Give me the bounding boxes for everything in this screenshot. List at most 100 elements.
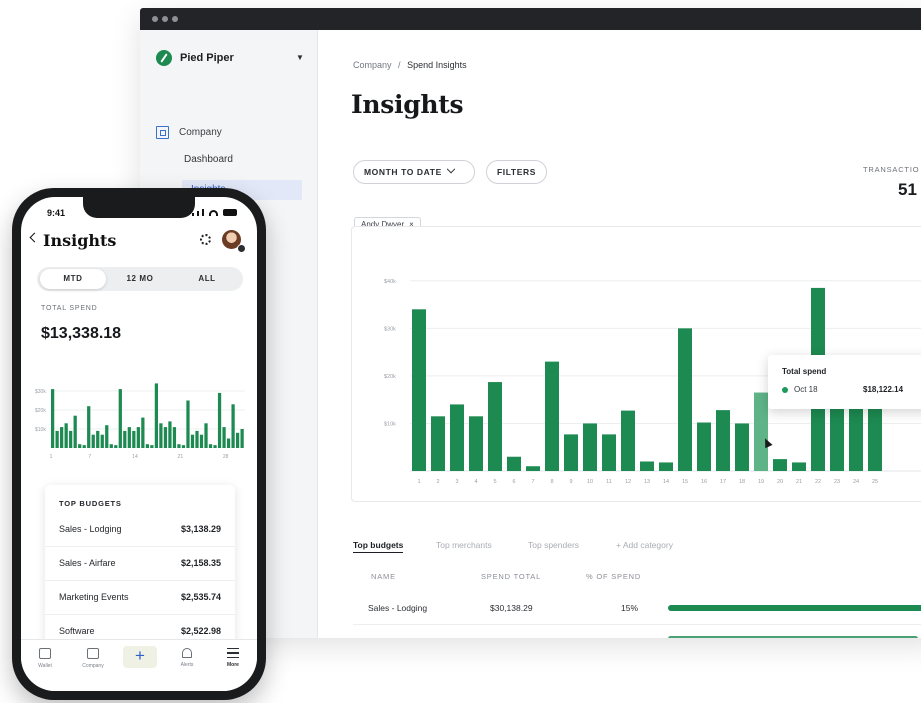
window-dot-icon[interactable] xyxy=(172,16,178,22)
chart-bar xyxy=(73,415,77,448)
chart-bar xyxy=(136,427,140,448)
chart-bar xyxy=(222,427,226,448)
filters-button[interactable]: FILTERS xyxy=(486,160,547,184)
segment-12mo[interactable]: 12 MO xyxy=(107,267,173,291)
chart-bar xyxy=(127,427,131,448)
sidebar-section-company[interactable]: Company xyxy=(156,126,222,139)
x-tick-label: 17 xyxy=(720,479,726,485)
budget-name[interactable]: Sales - Airfare xyxy=(59,558,116,568)
window-dot-icon[interactable] xyxy=(152,16,158,22)
row-divider xyxy=(45,580,235,581)
nav-company[interactable]: Company xyxy=(73,648,113,669)
chart-bar xyxy=(64,423,68,448)
spend-share-bar xyxy=(668,636,918,638)
x-tick-label: 7 xyxy=(88,454,91,460)
budget-amount: $3,138.29 xyxy=(180,524,221,534)
chart-bar xyxy=(96,430,100,448)
y-tick-label: $20k xyxy=(384,374,396,380)
chart-bar xyxy=(100,434,104,448)
building-icon xyxy=(87,648,99,659)
table-row-name[interactable]: Sales - Lodging xyxy=(368,603,427,613)
budget-amount: $2,522.98 xyxy=(180,626,221,636)
chart-bar xyxy=(195,430,199,448)
nav-label: Wallet xyxy=(38,663,52,669)
column-header-percent[interactable]: % OF SPEND xyxy=(586,572,641,581)
chart-bar xyxy=(114,445,118,448)
segment-all[interactable]: ALL xyxy=(174,267,240,291)
x-tick-label: 28 xyxy=(223,454,229,460)
chart-bar xyxy=(82,445,86,448)
x-tick-label: 14 xyxy=(663,479,669,485)
date-range-dropdown[interactable]: MONTH TO DATE xyxy=(353,160,475,184)
x-tick-label: 10 xyxy=(587,479,593,485)
chart-bar xyxy=(640,461,654,471)
org-switcher[interactable]: Pied Piper xyxy=(156,50,234,66)
wallet-icon xyxy=(39,648,51,659)
chart-bar xyxy=(168,421,172,448)
nav-wallet[interactable]: Wallet xyxy=(25,648,65,669)
tab-top-budgets[interactable]: Top budgets xyxy=(353,540,404,553)
nav-more[interactable]: More xyxy=(213,648,253,668)
x-tick-label: 7 xyxy=(531,479,534,485)
chart-bar xyxy=(199,434,204,448)
chart-bar xyxy=(545,361,559,471)
chart-bar xyxy=(450,404,464,471)
phone-screen: 9:41 Insights MTD 12 MO ALL TOTAL SPEND … xyxy=(21,197,257,691)
chart-bar xyxy=(186,400,190,448)
budget-name[interactable]: Software xyxy=(59,626,95,636)
transactions-value: 51 xyxy=(898,180,917,199)
add-category-button[interactable]: + Add category xyxy=(616,540,673,550)
breadcrumb-separator: / xyxy=(398,60,401,70)
window-dot-icon[interactable] xyxy=(162,16,168,22)
chart-bar xyxy=(697,422,711,471)
tooltip-series-dot xyxy=(782,387,788,393)
column-header-name[interactable]: NAME xyxy=(371,572,396,581)
spend-share-bar xyxy=(668,605,921,611)
sidebar-item-dashboard[interactable]: Dashboard xyxy=(184,154,233,165)
chart-bar xyxy=(716,410,730,471)
chart-bar xyxy=(792,462,806,471)
chart-bar xyxy=(55,430,59,448)
caret-down-icon[interactable]: ▼ xyxy=(296,53,304,62)
chart-bar xyxy=(217,392,222,448)
chart-bar xyxy=(60,427,64,448)
add-button[interactable]: + xyxy=(123,646,157,668)
column-header-spend-total[interactable]: SPEND TOTAL xyxy=(481,572,541,581)
mobile-spend-chart: $10k $20k $30k 1 7 14 21 28 xyxy=(35,383,245,460)
chart-bar xyxy=(583,423,597,471)
x-tick-label: 21 xyxy=(796,479,802,485)
budget-name[interactable]: Marketing Events xyxy=(59,592,129,602)
budget-amount: $2,535.74 xyxy=(180,592,221,602)
x-tick-label: 25 xyxy=(872,479,878,485)
chart-bar xyxy=(150,445,154,448)
budget-name[interactable]: Sales - Lodging xyxy=(59,524,122,534)
chart-bar xyxy=(231,404,235,448)
period-segmented-control: MTD 12 MO ALL xyxy=(37,267,243,291)
x-tick-label: 22 xyxy=(815,479,821,485)
chart-bar xyxy=(240,429,244,448)
back-icon[interactable] xyxy=(29,232,40,243)
y-tick-label: $40k xyxy=(384,279,396,285)
nav-alerts[interactable]: Alerts xyxy=(167,648,207,668)
chart-bar xyxy=(488,382,502,471)
breadcrumb-current: Spend Insights xyxy=(407,60,467,70)
x-tick-label: 15 xyxy=(682,479,688,485)
x-tick-label: 16 xyxy=(701,479,707,485)
chart-bar xyxy=(213,445,217,448)
breadcrumb-parent[interactable]: Company xyxy=(353,60,392,70)
chart-bar xyxy=(621,410,635,471)
nav-label: More xyxy=(227,662,239,668)
tab-top-merchants[interactable]: Top merchants xyxy=(436,540,492,550)
window-title-bar xyxy=(140,8,921,30)
x-tick-label: 2 xyxy=(436,479,439,485)
phone-notch xyxy=(83,197,195,218)
tab-top-spenders[interactable]: Top spenders xyxy=(528,540,579,550)
y-tick-label: $10k xyxy=(384,421,396,427)
tooltip-date: Oct 18 xyxy=(794,385,818,394)
x-tick-label: 9 xyxy=(569,479,572,485)
gear-icon[interactable] xyxy=(200,234,211,245)
building-icon xyxy=(156,126,169,139)
x-tick-label: 11 xyxy=(606,479,612,485)
segment-mtd[interactable]: MTD xyxy=(40,269,106,289)
chart-bar xyxy=(507,456,521,471)
